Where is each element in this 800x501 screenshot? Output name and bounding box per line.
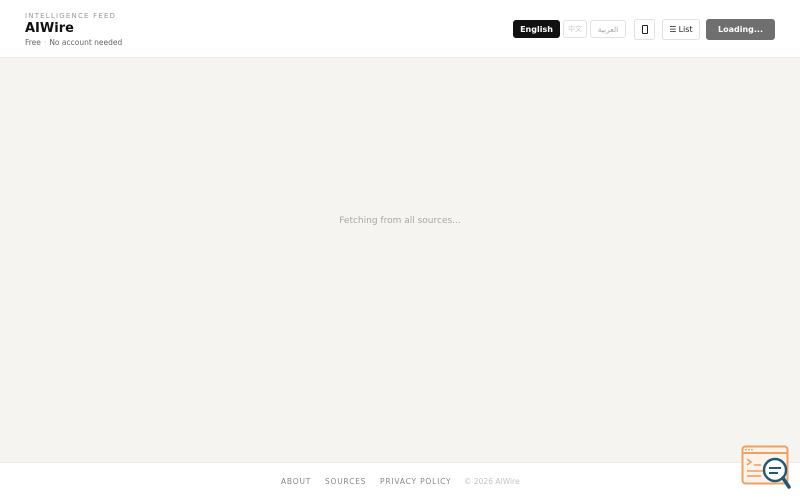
tagline-free: Free [25,38,41,47]
footer-about-link[interactable]: ABOUT [281,477,311,486]
phone-icon [641,25,648,34]
copyright-text: © 2026 AIWire [464,477,520,486]
footer-privacy-link[interactable]: PRIVACY POLICY [380,477,451,486]
tagline: Free · No account needed [25,38,122,47]
language-arabic-button[interactable]: العربية [590,20,626,38]
list-label: List [678,25,693,34]
search-analytics-widget[interactable] [741,444,791,490]
search-analytics-icon [741,445,791,489]
feed-area: Fetching from all sources... [0,58,800,462]
footer-sources-link[interactable]: SOURCES [325,477,366,486]
device-view-button[interactable] [634,19,655,40]
tagline-account: No account needed [49,38,123,47]
header: INTELLIGENCE FEED AIWire Free · No account… [0,0,800,58]
list-view-button[interactable]: ☰ List [662,19,700,40]
loading-button[interactable]: Loading... [706,19,775,40]
header-eyebrow: INTELLIGENCE FEED [25,12,117,20]
language-chinese-button[interactable]: 中文 [563,20,587,38]
app-title: AIWire [25,21,74,36]
loading-status: Fetching from all sources... [339,216,461,226]
footer: ABOUT SOURCES PRIVACY POLICY © 2026 AIWi… [0,462,800,501]
list-icon: ☰ [669,25,677,34]
language-english-button[interactable]: English [513,20,560,38]
